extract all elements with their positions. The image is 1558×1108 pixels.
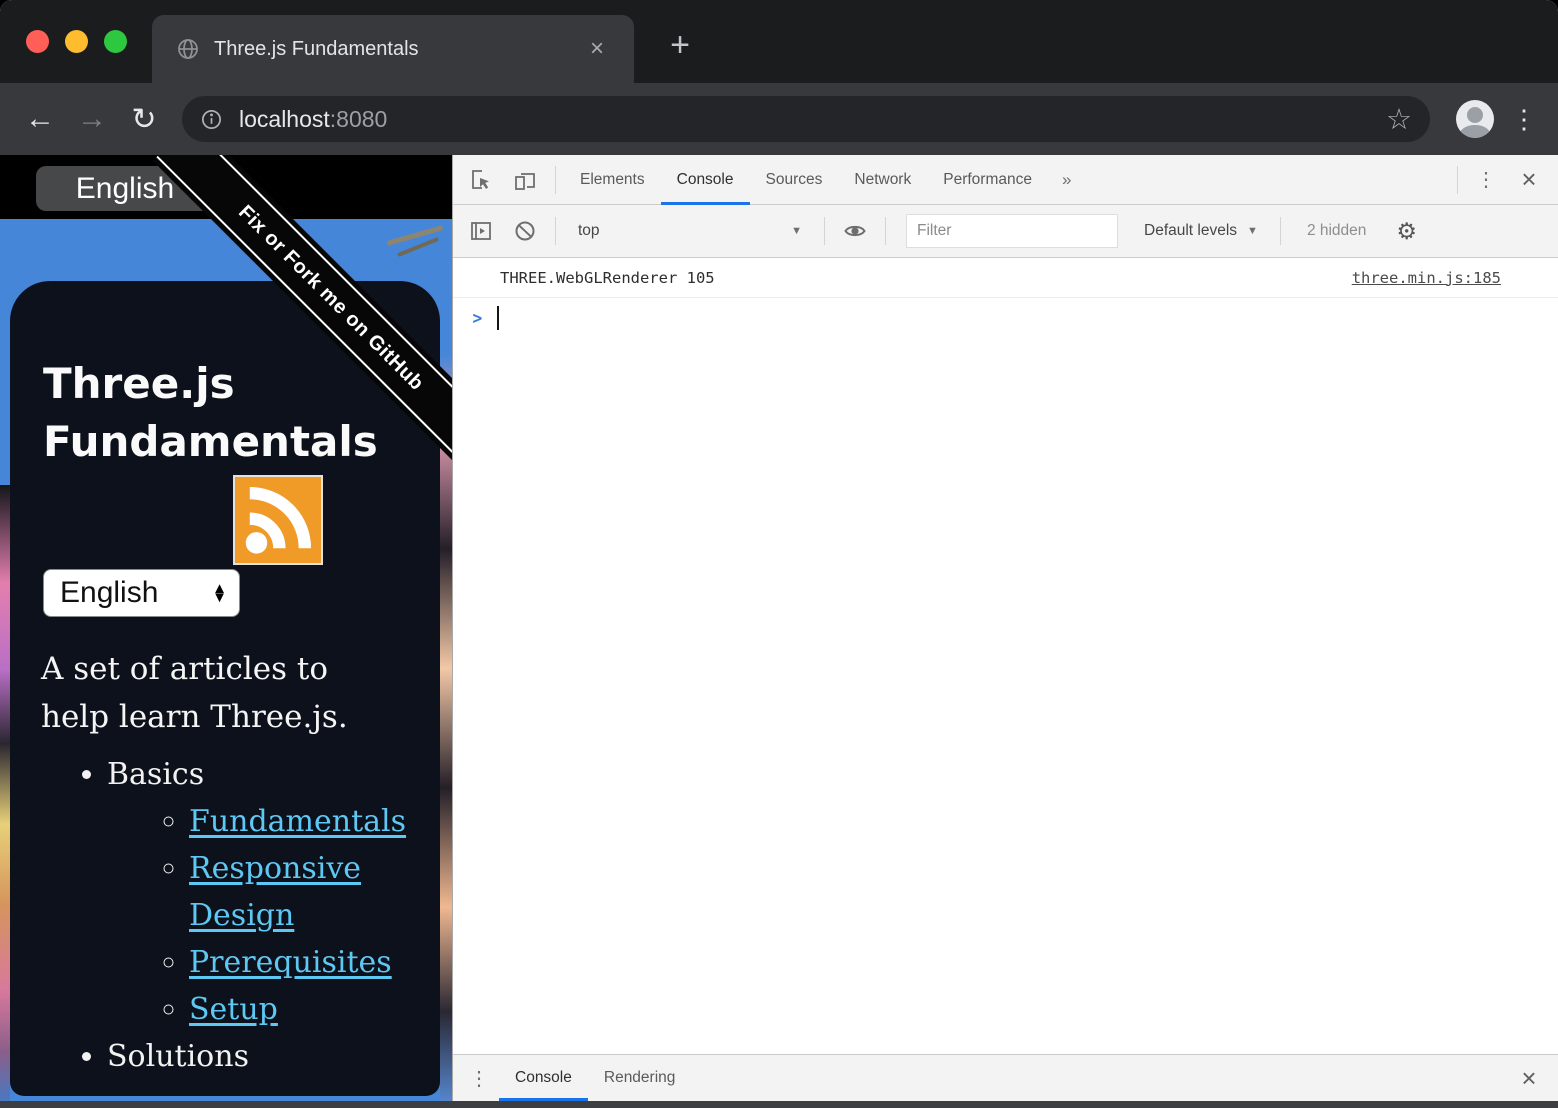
- browser-menu-icon[interactable]: ⋮: [1504, 104, 1544, 135]
- divider: [555, 166, 556, 194]
- globe-favicon-icon: [176, 37, 200, 61]
- device-toolbar-icon[interactable]: [503, 155, 547, 204]
- tab-strip: Three.js Fundamentals × +: [0, 0, 1558, 83]
- context-value: top: [578, 222, 600, 240]
- select-spinner-icon: ▲▼: [212, 584, 227, 603]
- webpage-viewport: English Three.js Fundamentals English ▲▼: [0, 155, 452, 1101]
- console-prompt[interactable]: >: [453, 298, 1558, 338]
- chevron-down-icon: ▼: [791, 225, 802, 237]
- window-controls: [26, 30, 127, 53]
- tab-title: Three.js Fundamentals: [214, 38, 584, 61]
- url-host: localhost: [239, 106, 330, 133]
- site-title: Three.js Fundamentals: [43, 355, 403, 470]
- window-bottom-edge: [0, 1101, 1558, 1108]
- avatar-head: [1467, 107, 1483, 123]
- divider: [1280, 217, 1281, 245]
- devtools-close-icon[interactable]: ×: [1506, 164, 1552, 195]
- drawer-menu-icon[interactable]: ⋮: [459, 1066, 499, 1091]
- browser-tab[interactable]: Three.js Fundamentals ×: [152, 15, 634, 83]
- drawer-tab-console[interactable]: Console: [499, 1055, 588, 1101]
- forward-icon[interactable]: →: [66, 95, 118, 143]
- bookmark-star-icon[interactable]: ☆: [1386, 102, 1412, 137]
- console-settings-gear-icon[interactable]: ⚙: [1384, 218, 1429, 245]
- scene-background-right-strip: [440, 355, 452, 1101]
- tab-close-icon[interactable]: ×: [584, 33, 610, 65]
- site-info-icon[interactable]: [200, 108, 223, 131]
- live-expression-eye-icon[interactable]: [833, 205, 877, 257]
- zoom-window-button[interactable]: [104, 30, 127, 53]
- chevron-down-icon: ▼: [1247, 225, 1258, 237]
- new-tab-button[interactable]: +: [658, 26, 702, 65]
- console-filter-input[interactable]: [906, 214, 1118, 248]
- drawer-tab-rendering[interactable]: Rendering: [588, 1055, 692, 1101]
- nav-section-basics: Basics Fundamentals Responsive Design Pr…: [107, 751, 426, 1033]
- devtools-panel: Elements Console Sources Network Perform…: [452, 155, 1558, 1101]
- address-bar[interactable]: localhost:8080 ☆: [182, 96, 1430, 142]
- prompt-chevron-icon: >: [473, 308, 483, 329]
- language-select[interactable]: English ▲▼: [43, 569, 240, 617]
- reload-icon[interactable]: ↻: [118, 95, 170, 143]
- console-message-text: THREE.WebGLRenderer 105: [500, 269, 715, 287]
- tab-sources[interactable]: Sources: [750, 155, 839, 204]
- site-tagline: A set of articles to help learn Three.js…: [41, 645, 386, 741]
- inspect-element-icon[interactable]: [459, 155, 503, 204]
- browser-toolbar: ← → ↻ localhost:8080 ☆ ⋮: [0, 83, 1558, 155]
- rss-feed-icon[interactable]: [233, 475, 323, 565]
- console-message-source-link[interactable]: three.min.js:185: [1352, 269, 1501, 287]
- prerequisites-link[interactable]: Prerequisites: [189, 945, 392, 980]
- log-levels-value: Default levels: [1144, 222, 1237, 240]
- language-select-value: English: [60, 576, 212, 610]
- drawer-close-icon[interactable]: ×: [1506, 1063, 1552, 1094]
- nav-link-setup: Setup: [189, 986, 417, 1033]
- scene-branch-decoration: [386, 219, 448, 261]
- divider: [885, 217, 886, 245]
- setup-link[interactable]: Setup: [189, 992, 278, 1027]
- console-toolbar: top ▼ Default levels ▼ 2 hidden ⚙: [453, 205, 1558, 258]
- profile-avatar[interactable]: [1456, 100, 1494, 138]
- tab-elements[interactable]: Elements: [564, 155, 661, 204]
- devtools-drawer: ⋮ Console Rendering ×: [453, 1054, 1558, 1101]
- clear-console-icon[interactable]: [503, 205, 547, 257]
- tab-performance[interactable]: Performance: [927, 155, 1048, 204]
- log-levels-select[interactable]: Default levels ▼: [1130, 222, 1272, 240]
- divider: [824, 217, 825, 245]
- tab-console[interactable]: Console: [661, 155, 750, 204]
- responsive-design-link[interactable]: Responsive Design: [189, 851, 361, 933]
- site-content-panel: Three.js Fundamentals English ▲▼ A set o…: [10, 281, 440, 1096]
- article-nav: Basics Fundamentals Responsive Design Pr…: [43, 751, 426, 1080]
- console-sidebar-icon[interactable]: [459, 205, 503, 257]
- fundamentals-link[interactable]: Fundamentals: [189, 804, 406, 839]
- content-area: English Three.js Fundamentals English ▲▼: [0, 155, 1558, 1101]
- minimize-window-button[interactable]: [65, 30, 88, 53]
- text-cursor: [497, 306, 500, 330]
- tab-network[interactable]: Network: [838, 155, 927, 204]
- more-tabs-icon[interactable]: »: [1048, 170, 1085, 190]
- divider: [1457, 166, 1458, 194]
- scene-background-left-strip: [0, 485, 10, 1101]
- devtools-tab-bar: Elements Console Sources Network Perform…: [453, 155, 1558, 205]
- console-message-row: THREE.WebGLRenderer 105 three.min.js:185: [453, 258, 1558, 298]
- hidden-messages-count[interactable]: 2 hidden: [1289, 222, 1384, 240]
- nav-link-fundamentals: Fundamentals: [189, 798, 417, 845]
- nav-link-prerequisites: Prerequisites: [189, 939, 417, 986]
- console-empty-area[interactable]: [453, 338, 1558, 1054]
- devtools-menu-icon[interactable]: ⋮: [1466, 167, 1506, 192]
- browser-window: Three.js Fundamentals × + ← → ↻ localhos…: [0, 0, 1558, 1108]
- divider: [555, 217, 556, 245]
- execution-context-select[interactable]: top ▼: [564, 222, 816, 240]
- back-icon[interactable]: ←: [14, 95, 66, 143]
- nav-link-responsive-design: Responsive Design: [189, 845, 417, 939]
- url-port: :8080: [330, 106, 388, 133]
- nav-section-solutions: Solutions: [107, 1033, 426, 1080]
- avatar-body: [1460, 125, 1490, 138]
- close-window-button[interactable]: [26, 30, 49, 53]
